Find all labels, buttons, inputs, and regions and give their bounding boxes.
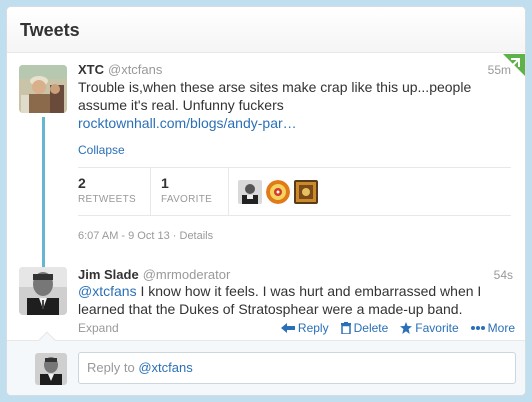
favorite-label: Favorite [415,321,459,335]
stats-divider [228,168,229,215]
retweets-label: RETWEETS [78,194,136,205]
tweet-link[interactable]: rocktownhall.com/blogs/andy-par… [78,115,297,131]
delete-label: Delete [353,321,389,335]
stats-divider [150,168,151,215]
more-button[interactable]: More [470,321,515,335]
panel-title: Tweets [20,20,80,40]
collapse-link[interactable]: Collapse [78,143,125,157]
favorites-label: FAVORITE [161,194,213,205]
tweet-meta: 6:07 AM - 9 Oct 13 · Details [78,230,213,242]
more-dots-icon [470,326,485,330]
favoriter-avatar[interactable] [294,180,318,204]
reply-placeholder: Reply to [87,360,139,375]
retweets-count: 2 [78,175,86,191]
tweet-text: @xtcfans I know how it feels. I was hurt… [78,282,518,318]
avatar-xtc[interactable] [19,65,67,113]
reply-placeholder-mention: @xtcfans [138,360,193,375]
more-label: More [487,321,515,335]
delete-button[interactable]: Delete [340,321,389,335]
author-handle[interactable]: @mrmoderator [143,267,231,282]
original-tweet[interactable]: XTC @xtcfans 55m Trouble is,when these ar… [7,53,525,307]
current-user-avatar[interactable] [35,353,67,385]
tweet-actions: Reply Delete Favorite More [280,321,515,335]
favorites-stat[interactable]: 1 FAVORITE [161,175,212,205]
retweeter-avatar[interactable] [238,180,262,204]
panel-header: Tweets [7,7,525,53]
details-link[interactable]: Details [180,230,214,242]
reply-button[interactable]: Reply [280,321,329,335]
tweet-mention[interactable]: @xtcfans [78,283,137,299]
author-name[interactable]: Jim Slade [78,267,139,282]
meta-separator: · [169,230,180,242]
star-icon [400,322,413,334]
retweets-stat[interactable]: 2 RETWEETS [78,175,136,205]
retweeter-avatar[interactable] [266,180,290,204]
reply-icon [280,322,295,333]
tweet-time[interactable]: 54s [494,268,513,282]
favorites-count: 1 [161,175,169,191]
trash-icon [340,322,351,334]
tweet-stats: 2 RETWEETS 1 FAVORITE [78,167,511,216]
tweets-panel: Tweets XTC @xtcfans 55m Trouble is,when … [6,6,526,396]
tweet-author[interactable]: XTC @xtcfans [78,62,162,77]
tweet-text: Trouble is,when these arse sites make cr… [78,78,508,132]
tweet-timestamp[interactable]: 6:07 AM - 9 Oct 13 [78,230,170,242]
tweet-time[interactable]: 55m [488,63,511,77]
tweet-body: I know how it feels. I was hurt and emba… [78,283,482,317]
reply-label: Reply [297,321,329,335]
avatar-jim-slade[interactable] [19,267,67,315]
tweet-body: Trouble is,when these arse sites make cr… [78,79,472,113]
author-name[interactable]: XTC [78,62,104,77]
favorite-button[interactable]: Favorite [400,321,459,335]
expand-link[interactable]: Expand [78,321,119,335]
author-handle[interactable]: @xtcfans [108,62,162,77]
tweet-author[interactable]: Jim Slade @mrmoderator [78,267,230,282]
reply-tweet[interactable]: Jim Slade @mrmoderator 54s @xtcfans I kno… [7,260,525,340]
reply-input[interactable]: Reply to @xtcfans [78,352,516,384]
reply-area: Reply to @xtcfans [7,331,525,395]
